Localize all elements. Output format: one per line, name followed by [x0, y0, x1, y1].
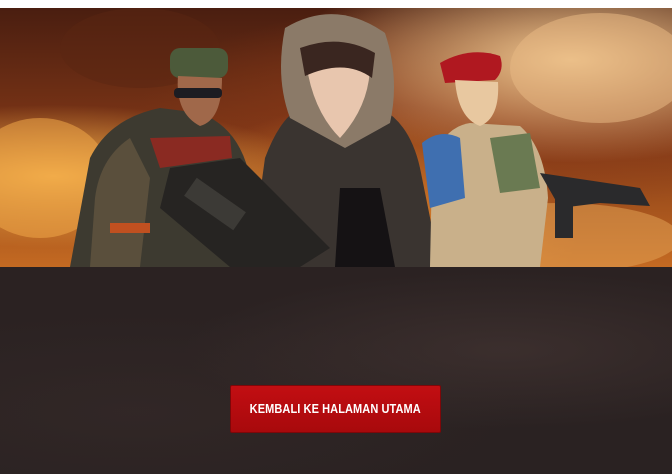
back-to-home-label: KEMBALI KE HALAMAN UTAMA: [249, 402, 422, 416]
hero-illustration: [0, 8, 672, 267]
top-strip: [0, 0, 672, 8]
error-page: KEMBALI KE HALAMAN UTAMA: [0, 0, 672, 474]
content-area: [0, 267, 672, 474]
back-to-home-button[interactable]: KEMBALI KE HALAMAN UTAMA: [230, 385, 441, 433]
hero-banner: [0, 8, 672, 267]
